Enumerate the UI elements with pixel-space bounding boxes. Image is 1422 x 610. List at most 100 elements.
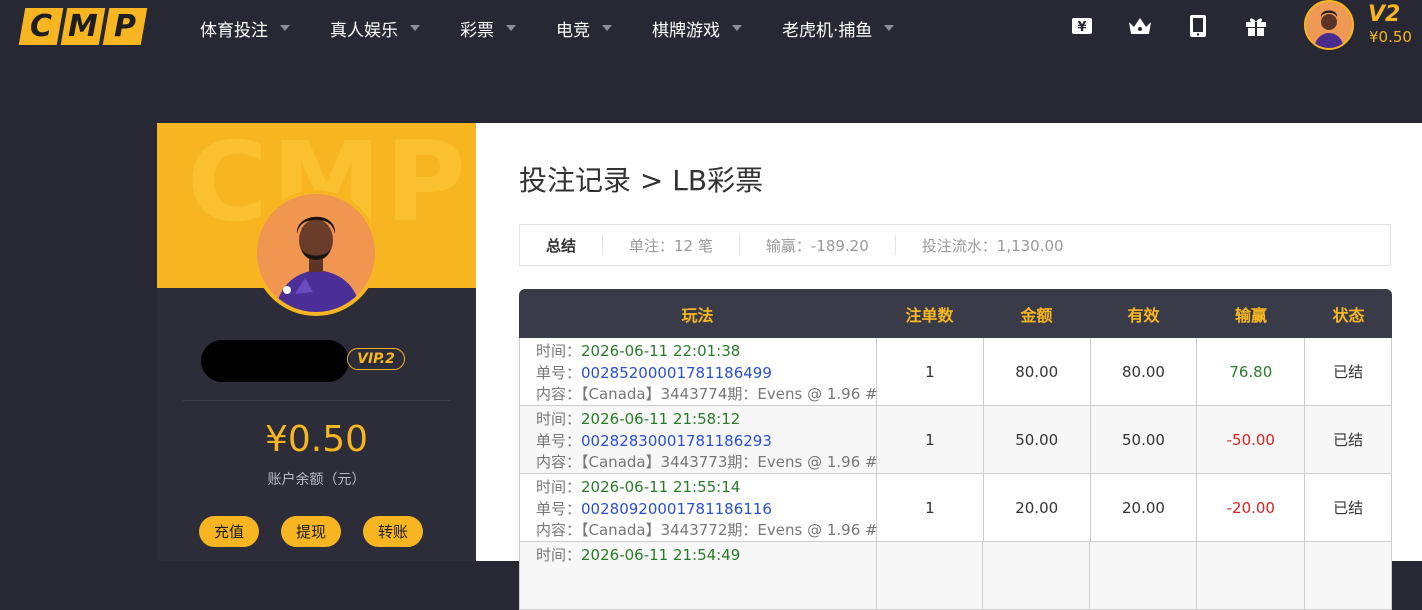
nav-label: 真人娱乐	[330, 20, 398, 41]
nav-label: 电竞	[556, 20, 590, 41]
chevron-down-icon	[410, 25, 420, 31]
order-line: 单号：00285200001781186499	[536, 362, 772, 384]
header-status: 状态	[1332, 305, 1365, 325]
cmp-logo[interactable]: C M P	[18, 8, 148, 45]
header-winloss: 输赢	[1234, 305, 1267, 325]
chevron-down-icon	[602, 25, 612, 31]
header-count: 注单数	[905, 305, 954, 325]
bet-amount	[983, 542, 1091, 609]
time-line: 时间：2026-06-11 21:54:49	[536, 544, 740, 566]
bet-records-table: 玩法 注单数 金额 有效 输赢 状态 时间：2026-06-11 22:01:3…	[519, 289, 1393, 610]
avatar-image	[257, 194, 375, 312]
summary-bets: 单注：12 笔	[603, 235, 740, 255]
bet-info: 时间：2026-06-11 21:55:14 单号：00280920001781…	[520, 474, 878, 541]
bet-count: 1	[877, 338, 984, 405]
page-title: 投注记录 > LB彩票	[519, 164, 764, 197]
content-line: 内容：【Canada】3443774期：Evens @ 1.96 #	[536, 383, 878, 405]
order-number-link[interactable]: 00280920001781186116	[581, 500, 772, 518]
gift-icon[interactable]	[1242, 12, 1270, 40]
nav-label: 体育投注	[200, 20, 268, 41]
user-avatar[interactable]	[1304, 0, 1354, 50]
tablet-icon[interactable]	[1184, 12, 1212, 40]
time-label: 时间：	[536, 478, 582, 496]
header-balance: ¥0.50	[1369, 28, 1412, 46]
deposit-button[interactable]: 充值	[199, 516, 259, 547]
main-nav: 体育投注 真人娱乐 彩票 电竞 棋牌游戏 老虎机·捕鱼	[200, 0, 934, 56]
nav-sports[interactable]: 体育投注	[200, 16, 290, 41]
profile-panel: CMP VIP.2 ¥0.50 账户余额（元） 充值 提现 转账	[157, 123, 476, 561]
time-label: 时间：	[536, 546, 582, 564]
account-balance: ¥0.50	[264, 419, 369, 460]
nav-live-casino[interactable]: 真人娱乐	[330, 16, 420, 41]
bet-valid: 20.00	[1091, 474, 1198, 541]
content-label: 内容：	[536, 385, 582, 404]
balance-label: 账户余额（元）	[267, 472, 366, 488]
nav-label: 棋牌游戏	[652, 20, 720, 41]
nav-esports[interactable]: 电竞	[556, 16, 612, 41]
logo-letter-m: M	[68, 9, 98, 44]
content-line: 内容：【Canada】3443773期：Evens @ 1.96 #	[536, 451, 878, 473]
bet-amount: 80.00	[984, 338, 1091, 405]
bet-status: 已结	[1305, 406, 1393, 473]
bet-winloss: 76.80	[1197, 338, 1306, 405]
summary-label: 总结	[520, 235, 604, 255]
bet-info: 时间：2026-06-11 21:58:12 单号：00282830001781…	[520, 406, 878, 473]
bet-amount: 50.00	[984, 406, 1091, 473]
nav-card-games[interactable]: 棋牌游戏	[652, 16, 742, 41]
bet-count: 1	[877, 406, 984, 473]
table-row[interactable]: 时间：2026-06-11 21:54:49	[519, 542, 1392, 610]
content-label: 内容：	[536, 521, 582, 540]
time-line: 时间：2026-06-11 21:58:12	[536, 408, 740, 430]
bet-amount: 20.00	[984, 474, 1091, 541]
account-actions: 充值 提现 转账	[199, 516, 445, 547]
time-label: 时间：	[536, 342, 582, 360]
table-row[interactable]: 时间：2026-06-11 22:01:38 单号：00285200001781…	[519, 338, 1393, 406]
crown-icon[interactable]	[1126, 12, 1154, 40]
bet-status	[1305, 542, 1392, 609]
divider	[183, 400, 450, 401]
header-valid: 有效	[1127, 305, 1160, 325]
header-amount: 金额	[1020, 305, 1053, 325]
nav-label: 老虎机·捕鱼	[782, 20, 873, 41]
order-label: 单号：	[536, 499, 582, 518]
chevron-down-icon	[884, 25, 895, 31]
transfer-button[interactable]: 转账	[363, 516, 423, 547]
logo-letter-p: P	[114, 9, 136, 44]
table-row[interactable]: 时间：2026-06-11 21:58:12 单号：00282830001781…	[519, 406, 1393, 474]
summary-winloss: 输赢：-189.20	[740, 235, 896, 255]
bet-status: 已结	[1305, 474, 1393, 541]
header-play: 玩法	[681, 305, 714, 325]
bet-time: 2026-06-11 21:54:49	[581, 546, 741, 564]
bet-time: 2026-06-11 22:01:38	[581, 342, 741, 360]
bet-records-panel: 投注记录 > LB彩票 总结 单注：12 笔 输赢：-189.20 投注流水：1…	[476, 123, 1422, 610]
bet-valid: 50.00	[1091, 406, 1198, 473]
order-label: 单号：	[536, 363, 582, 382]
logo-letter-c: C	[29, 9, 53, 44]
logo-letter: M	[60, 8, 106, 45]
profile-avatar	[253, 190, 379, 316]
order-label: 单号：	[536, 431, 582, 450]
order-number-link[interactable]: 00285200001781186499	[581, 364, 772, 382]
table-row[interactable]: 时间：2026-06-11 21:55:14 单号：00280920001781…	[519, 474, 1393, 542]
bet-status: 已结	[1305, 338, 1393, 405]
nav-label: 彩票	[460, 20, 494, 41]
time-label: 时间：	[536, 410, 582, 428]
withdraw-button[interactable]: 提现	[281, 516, 341, 547]
bet-time: 2026-06-11 21:55:14	[581, 478, 741, 496]
chevron-down-icon	[506, 25, 516, 31]
chevron-down-icon	[280, 25, 290, 31]
bet-content: 【Canada】3443772期：Evens @ 1.96 #	[581, 521, 878, 540]
svg-text:¥: ¥	[1077, 20, 1086, 35]
bet-info: 时间：2026-06-11 21:54:49	[520, 542, 877, 609]
order-number-link[interactable]: 00282830001781186293	[581, 432, 772, 450]
bet-time: 2026-06-11 21:58:12	[581, 410, 741, 428]
vip-level: V2	[1368, 2, 1401, 27]
bet-count	[877, 542, 984, 609]
yen-card-icon[interactable]: ¥	[1068, 12, 1096, 40]
bet-winloss	[1197, 542, 1306, 609]
nav-slots-fishing[interactable]: 老虎机·捕鱼	[782, 16, 895, 41]
chevron-down-icon	[732, 25, 742, 31]
table-header: 玩法 注单数 金额 有效 输赢 状态	[519, 289, 1392, 338]
bet-valid	[1090, 542, 1198, 609]
nav-lottery[interactable]: 彩票	[460, 16, 516, 41]
